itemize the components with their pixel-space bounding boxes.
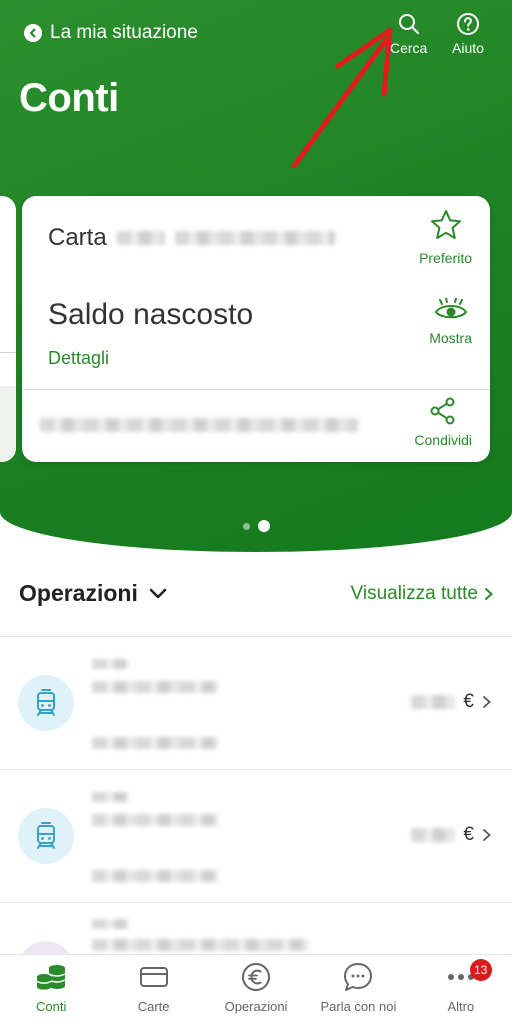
chevron-right-icon	[483, 696, 491, 708]
tab-carte[interactable]: Carte	[102, 955, 204, 1024]
search-button[interactable]: Cerca	[390, 12, 427, 56]
transaction-row[interactable]: €	[0, 636, 512, 769]
tab-operazioni[interactable]: Operazioni	[205, 955, 307, 1024]
bottom-tab-bar: Conti Carte Operazioni Parla con noi 13 …	[0, 954, 512, 1024]
redacted-amount	[411, 828, 456, 842]
chevron-down-icon	[149, 588, 167, 598]
previous-card-peek[interactable]	[0, 196, 16, 462]
star-icon	[430, 210, 461, 239]
view-all-label: Visualizza tutte	[350, 582, 478, 604]
favorite-label: Preferito	[419, 250, 472, 266]
tram-icon	[18, 808, 74, 864]
chevron-right-icon	[485, 587, 493, 600]
redacted-amount	[411, 695, 456, 709]
tab-conti[interactable]: Conti	[0, 955, 102, 1024]
back-link[interactable]: La mia situazione	[24, 22, 198, 44]
redacted-description	[92, 939, 308, 951]
search-icon	[398, 14, 419, 35]
operations-title: Operazioni	[19, 580, 138, 606]
search-label: Cerca	[390, 40, 428, 56]
eye-icon	[434, 298, 467, 319]
card-label: Carta	[48, 224, 107, 251]
peek-footer	[0, 386, 16, 462]
redacted-detail	[92, 737, 218, 749]
redacted-detail	[92, 870, 218, 882]
account-card[interactable]: Carta Preferito Saldo nascosto Mostra De…	[22, 196, 490, 462]
redacted-iban	[40, 418, 358, 432]
operations-header: Operazioni Visualizza tutte	[19, 580, 494, 607]
page-title: Conti	[19, 76, 119, 120]
notification-badge: 13	[469, 959, 492, 981]
euro-icon	[241, 961, 271, 993]
currency-symbol: €	[463, 691, 474, 712]
tab-label: Carte	[137, 999, 170, 1014]
tab-label: Altro	[447, 999, 475, 1014]
carousel-dot[interactable]	[242, 522, 250, 530]
view-all-link[interactable]: Visualizza tutte	[351, 583, 494, 605]
redacted-date	[92, 792, 128, 802]
share-icon	[430, 397, 455, 425]
help-icon	[456, 13, 479, 35]
back-label: La mia situazione	[50, 22, 198, 43]
balance-text: Saldo nascosto	[48, 298, 254, 331]
coins-icon	[34, 961, 68, 993]
help-button[interactable]: Aiuto	[452, 12, 484, 56]
transaction-row[interactable]: €	[0, 769, 512, 902]
chat-icon	[343, 961, 373, 993]
currency-symbol: €	[463, 824, 474, 845]
tab-parla-con-noi[interactable]: Parla con noi	[307, 955, 409, 1024]
tab-altro[interactable]: 13 Altro	[410, 955, 512, 1024]
divider	[0, 352, 16, 353]
chevron-right-icon	[483, 829, 491, 841]
redacted-card-holder	[174, 231, 335, 245]
help-label: Aiuto	[452, 40, 484, 56]
tram-icon	[18, 675, 74, 731]
chevron-left-icon	[24, 24, 42, 42]
tab-label: Conti	[36, 999, 67, 1014]
share-button[interactable]: Condividi	[414, 396, 472, 448]
transaction-amount: €	[411, 824, 492, 846]
carousel-indicator	[0, 520, 512, 532]
redacted-date	[92, 659, 128, 669]
card-divider	[22, 389, 490, 390]
show-label: Mostra	[429, 330, 472, 346]
show-balance-button[interactable]: Mostra	[429, 298, 472, 346]
share-label: Condividi	[414, 432, 472, 448]
card-icon	[139, 961, 169, 993]
details-link[interactable]: Dettagli	[48, 348, 109, 369]
redacted-description	[92, 681, 218, 693]
redacted-card-number	[116, 231, 165, 245]
favorite-button[interactable]: Preferito	[419, 208, 472, 266]
tab-label: Operazioni	[224, 999, 288, 1014]
carousel-dot-active[interactable]	[257, 520, 270, 532]
tab-label: Parla con noi	[320, 999, 397, 1014]
card-name-row: Carta	[48, 224, 335, 252]
redacted-date	[92, 919, 128, 929]
transaction-amount: €	[411, 691, 492, 713]
operations-filter-toggle[interactable]: Operazioni	[19, 580, 168, 607]
redacted-description	[92, 814, 218, 826]
